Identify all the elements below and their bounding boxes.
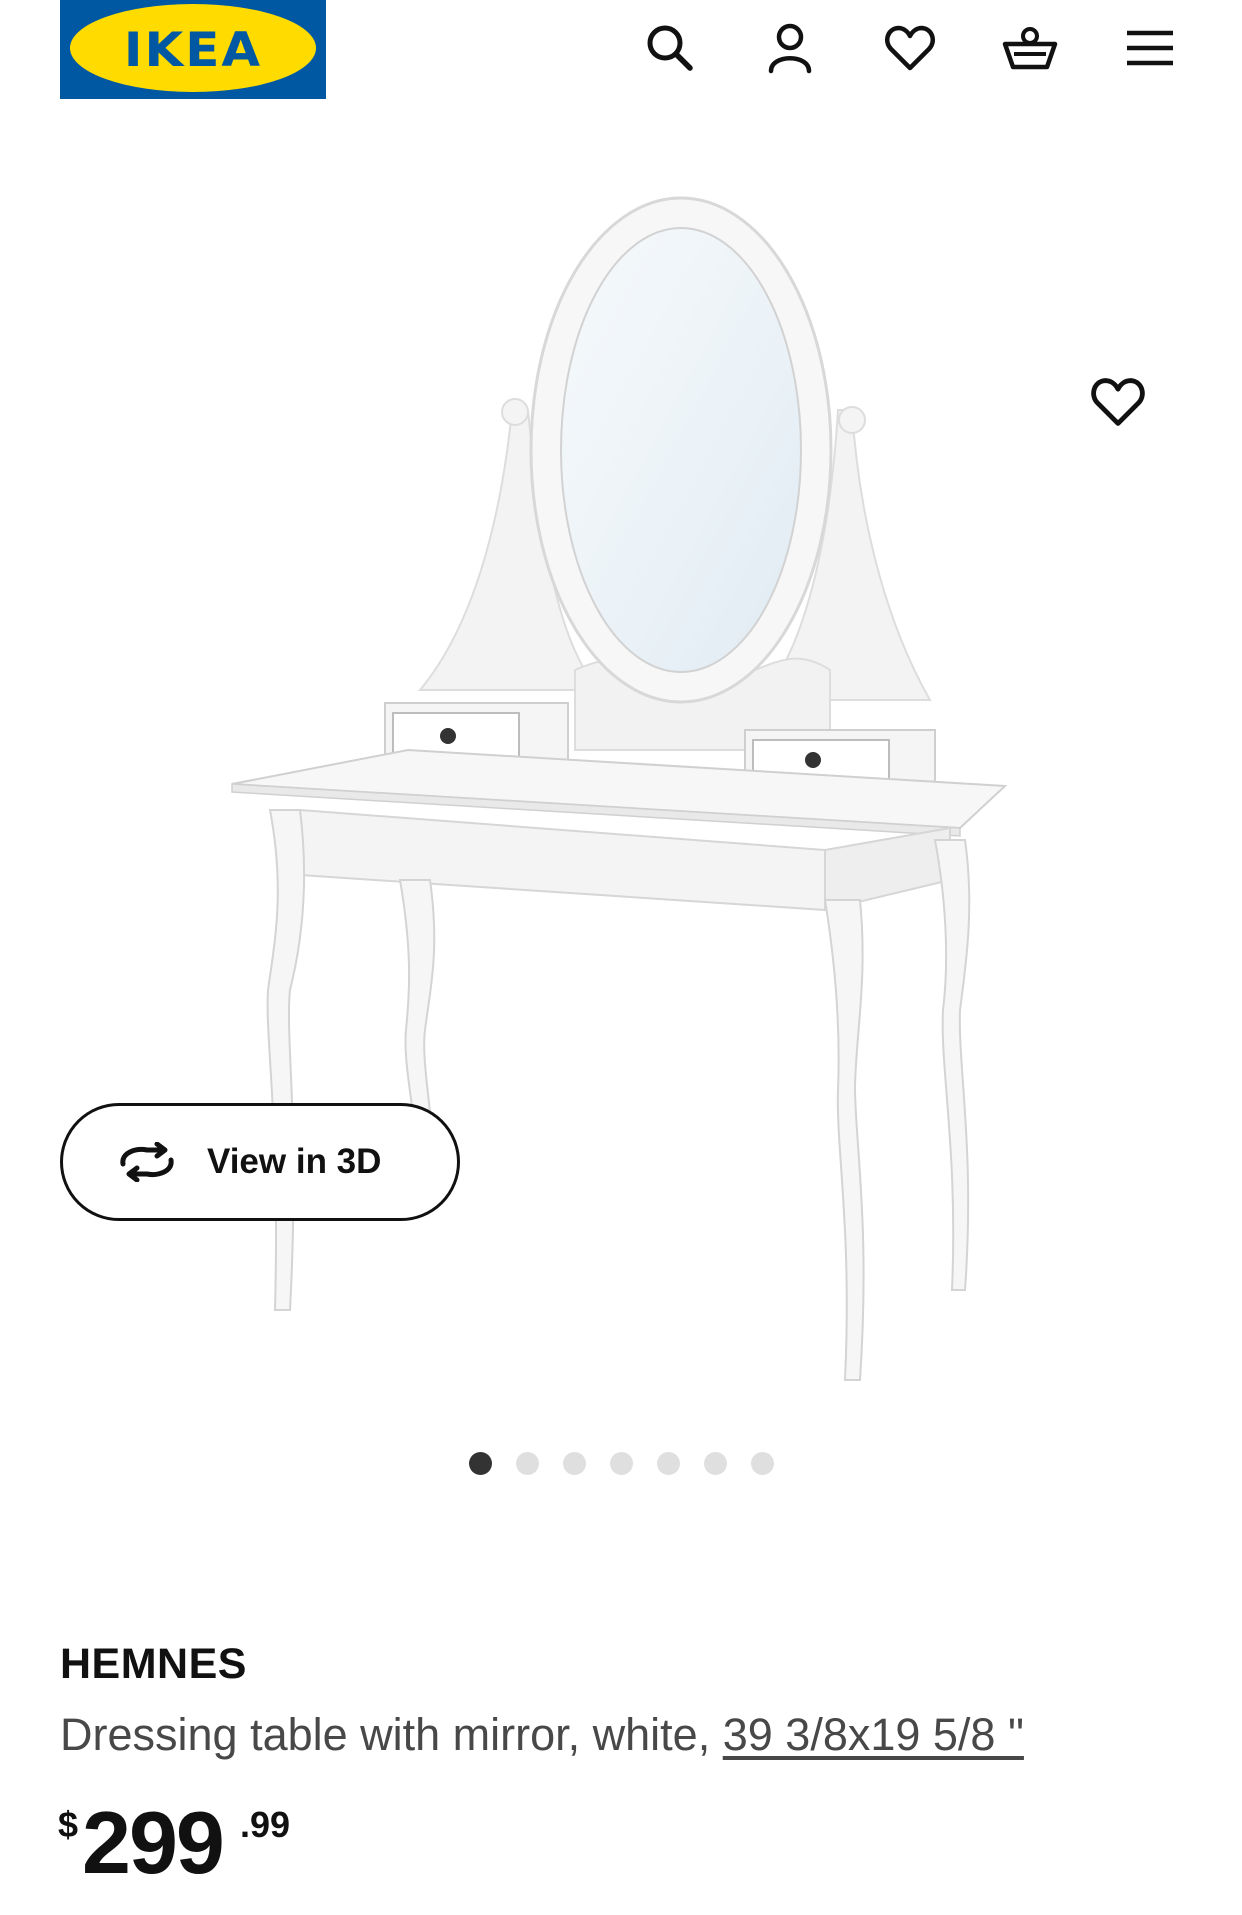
price-currency: $ <box>58 1804 79 1845</box>
description-text: Dressing table with mirror, white, <box>60 1709 711 1760</box>
logo-text: IKEA <box>123 21 263 78</box>
carousel-dot-6[interactable] <box>703 1451 727 1475</box>
basket-icon[interactable] <box>998 16 1062 80</box>
carousel-dot-4[interactable] <box>609 1451 633 1475</box>
site-header: IKEA <box>0 0 1242 110</box>
ikea-logo[interactable]: IKEA <box>60 0 326 99</box>
carousel-dot-2[interactable] <box>515 1451 539 1475</box>
menu-icon[interactable] <box>1118 16 1182 80</box>
carousel-dot-7[interactable] <box>750 1451 774 1475</box>
product-page: IKEA View in 3D HEMNES Dressing table wi… <box>0 0 1242 1915</box>
price-decimal: .99 <box>240 1804 291 1845</box>
image-carousel-dots <box>0 1450 1242 1476</box>
rotate-3d-icon <box>120 1142 174 1182</box>
product-description: Dressing table with mirror, white, 39 3/… <box>60 1709 1024 1761</box>
carousel-dot-3[interactable] <box>562 1451 586 1475</box>
carousel-dot-1[interactable] <box>468 1451 492 1475</box>
account-icon[interactable] <box>758 16 822 80</box>
view-in-3d-button[interactable]: View in 3D <box>60 1103 460 1221</box>
dimensions-link[interactable]: 39 3/8x19 5/8 " <box>723 1709 1024 1760</box>
search-icon[interactable] <box>638 16 702 80</box>
heart-icon[interactable] <box>878 16 942 80</box>
product-name: HEMNES <box>60 1640 247 1688</box>
carousel-dot-5[interactable] <box>656 1451 680 1475</box>
view-in-3d-label: View in 3D <box>207 1142 382 1181</box>
price-integer: 299 <box>82 1793 225 1892</box>
save-to-favorites-icon[interactable] <box>1088 372 1152 436</box>
